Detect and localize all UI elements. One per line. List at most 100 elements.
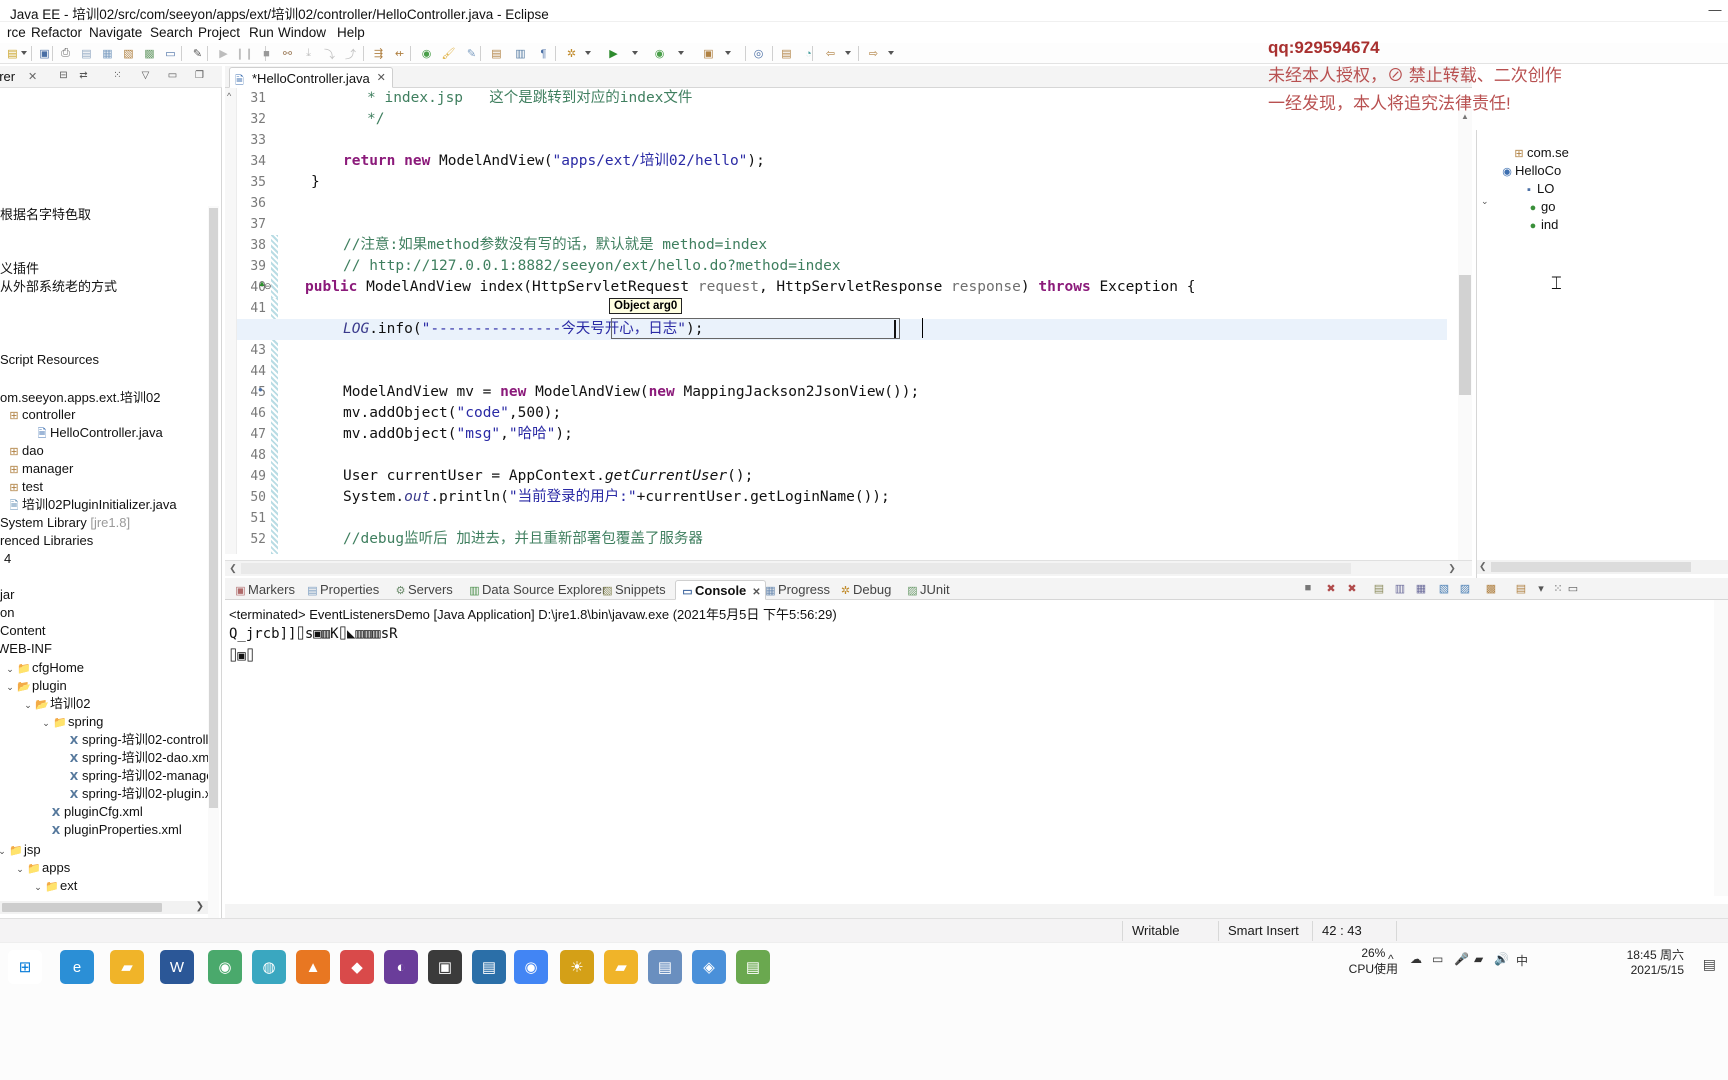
next-annotation-icon[interactable]: ⇷ <box>391 45 408 62</box>
code-line-38[interactable]: //注意:如果method参数没有写的话，默认就是 method=index <box>343 235 767 256</box>
tree-item[interactable]: System Library [jre1.8] <box>0 514 130 532</box>
code-line-52[interactable]: //debug监听后 加进去，并且重新部署包覆盖了服务器 <box>343 529 703 550</box>
menu-item-search[interactable]: Search <box>145 23 198 42</box>
explorer-horizontal-scrollbar[interactable]: ❯ <box>0 901 208 914</box>
tray-mic-icon[interactable]: 🎤 <box>1454 952 1469 966</box>
expand-arrow-icon[interactable]: ⌄ <box>1481 196 1489 207</box>
console-tab-data-source-explorer[interactable]: ▥ Data Source Explorer <box>467 580 606 600</box>
outline-item[interactable]: ◉ HelloCo <box>1499 162 1561 180</box>
remove-all-icon[interactable]: ✖ <box>1344 582 1360 597</box>
tree-item[interactable]: 从外部系统老的方式 <box>0 278 117 296</box>
menu-item-navigate[interactable]: Navigate <box>84 23 147 42</box>
pycharm-icon[interactable]: ▣ <box>428 950 462 984</box>
notification-center-icon[interactable]: ▤ <box>1703 956 1716 973</box>
external-tools-icon[interactable]: ▣ <box>700 45 717 62</box>
open-console-icon[interactable]: ▩ <box>1483 582 1499 597</box>
editor-horizontal-scrollbar[interactable]: ❮ ❯ <box>225 560 1472 576</box>
menu-item-help[interactable]: Help <box>332 23 370 42</box>
tree-item[interactable]: 🗎 培训02PluginInitializer.java <box>6 496 177 514</box>
tree-item[interactable]: ⊞ dao <box>6 442 43 460</box>
tree-item[interactable]: 𝗫spring-培训02-plugin.xm <box>66 785 208 803</box>
run-config-icon[interactable]: ▤ <box>488 45 505 62</box>
scroll-thumb[interactable] <box>2 903 162 912</box>
tree-item[interactable]: 𝗫spring-培训02-manager. <box>66 767 208 785</box>
tree-item[interactable]: ⌄ 📁spring <box>40 713 103 731</box>
open-type-icon[interactable]: ▤ <box>78 45 95 62</box>
run-icon[interactable]: ▶ <box>605 45 622 62</box>
pilcrow-icon[interactable]: ¶ <box>535 45 552 62</box>
prev-annotation-icon[interactable]: ⇶ <box>370 45 387 62</box>
close-icon[interactable]: ✕ <box>752 587 760 598</box>
chevron-down-icon[interactable]: ⌄ <box>22 696 34 714</box>
close-icon[interactable]: ✕ <box>377 68 386 89</box>
console-tab-servers[interactable]: ⚙ Servers <box>393 580 453 600</box>
outline-item[interactable]: ⊞ com.se <box>1511 144 1569 162</box>
code-line-32[interactable]: */ <box>367 109 384 130</box>
breakpoint-icon[interactable]: ● <box>258 385 263 394</box>
tree-item[interactable]: ⌄ 📁jsp <box>0 841 41 859</box>
outline-item[interactable]: ▪ LO <box>1521 180 1554 198</box>
tree-item[interactable]: ⌄ 📂plugin <box>4 677 66 696</box>
chrome-alt-icon[interactable]: ◉ <box>208 950 242 984</box>
console-tab-debug[interactable]: ✲ Debug <box>838 580 891 600</box>
globe-icon[interactable]: ◍ <box>252 950 286 984</box>
explorer-close-icon[interactable]: ✕ <box>28 70 37 83</box>
new-dropdown-caret[interactable] <box>21 51 27 55</box>
tree-item[interactable]: ⊞ controller <box>6 406 75 424</box>
scroll-right-arrow-icon[interactable]: ❯ <box>196 901 204 912</box>
chevron-down-icon[interactable]: ⌄ <box>40 714 52 732</box>
code-line-31[interactable]: * index.jsp 这个是跳转到对应的index文件 <box>367 88 692 109</box>
scroll-left-arrow-icon[interactable]: ❮ <box>227 563 239 574</box>
clear-console-icon[interactable]: ▤ <box>1371 582 1387 597</box>
notes-icon[interactable]: ▤ <box>648 950 682 984</box>
taskbar-clock[interactable]: 18:45 周六 2021/5/15 <box>1627 948 1684 978</box>
terminal-icon[interactable]: ▭ <box>162 45 179 62</box>
tree-item[interactable]: WEB-INF <box>0 640 52 658</box>
suspend-icon[interactable]: ❙❙ <box>235 45 253 62</box>
stop-icon[interactable]: ■ <box>258 45 275 62</box>
tray-network-icon[interactable]: ▰ <box>1474 952 1483 966</box>
tray-screen-icon[interactable]: ▭ <box>1432 952 1443 966</box>
console-menu-caret[interactable]: ▾ <box>1533 582 1549 597</box>
tree-item[interactable]: 𝗫spring-培训02-dao.xml <box>66 749 208 767</box>
step-into-icon[interactable]: ⤓ <box>300 45 317 62</box>
code-line-46[interactable]: mv.addObject("code",500); <box>343 403 561 424</box>
outline-item[interactable]: ● ind <box>1525 216 1559 234</box>
new-wizard-icon[interactable]: ▤ <box>4 45 21 62</box>
code-line-50[interactable]: System.out.println("当前登录的用户:"+currentUse… <box>343 487 890 508</box>
chevron-down-icon[interactable]: ⌄ <box>32 878 44 894</box>
idea-icon[interactable]: ▤ <box>472 950 506 984</box>
scroll-thumb[interactable] <box>1491 562 1691 572</box>
tree-item[interactable]: jar <box>0 586 14 604</box>
new-console-icon[interactable]: ▤ <box>1513 582 1529 597</box>
step-over-icon[interactable]: ⤵ <box>321 45 338 62</box>
start-button[interactable]: ⊞ <box>8 950 42 984</box>
code-line-39[interactable]: // http://127.0.0.1:8882/seeyon/ext/hell… <box>343 256 841 277</box>
terminate-icon[interactable]: ■ <box>1300 582 1316 597</box>
minimize-console-icon[interactable]: ▭ <box>1565 582 1581 597</box>
tray-volume-icon[interactable]: 🔊 <box>1494 952 1509 966</box>
disconnect-icon[interactable]: ⚯ <box>279 45 296 62</box>
eclipse-icon[interactable]: ◐ <box>384 950 418 984</box>
scroll-right-arrow-icon[interactable]: ❯ <box>1446 563 1458 574</box>
debug-caret[interactable] <box>585 51 591 55</box>
word-wrap-icon[interactable]: ▦ <box>1413 582 1429 597</box>
forward-icon[interactable]: ⇨ <box>865 45 882 62</box>
tree-item[interactable]: Script Resources <box>0 351 99 369</box>
tree-item[interactable]: 🗎 HelloController.java <box>34 424 163 442</box>
chrome-icon[interactable]: ◉ <box>514 950 548 984</box>
tree-item[interactable]: ⊞ manager <box>6 460 73 478</box>
chevron-down-icon[interactable]: ⌄ <box>0 842 8 860</box>
chevron-down-icon[interactable]: ⌄ <box>4 678 16 696</box>
link-icon[interactable]: ✎ <box>463 45 480 62</box>
export-icon[interactable]: ▧ <box>120 45 137 62</box>
pin-console-icon[interactable]: ▧ <box>1436 582 1452 597</box>
menu-item-window[interactable]: Window <box>273 23 331 42</box>
tree-item[interactable]: Content <box>0 622 46 640</box>
pen-icon[interactable]: ✎ <box>189 45 206 62</box>
minimize-view-icon[interactable]: ▭ <box>165 70 180 84</box>
run-server-icon[interactable]: ◉ <box>651 45 668 62</box>
new-class-icon[interactable]: ◔ <box>800 45 817 62</box>
external-caret[interactable] <box>725 51 731 55</box>
project-tree[interactable]: 根据名字特色取 义插件 从外部系统老的方式 Script Resources om.se… <box>0 88 208 894</box>
